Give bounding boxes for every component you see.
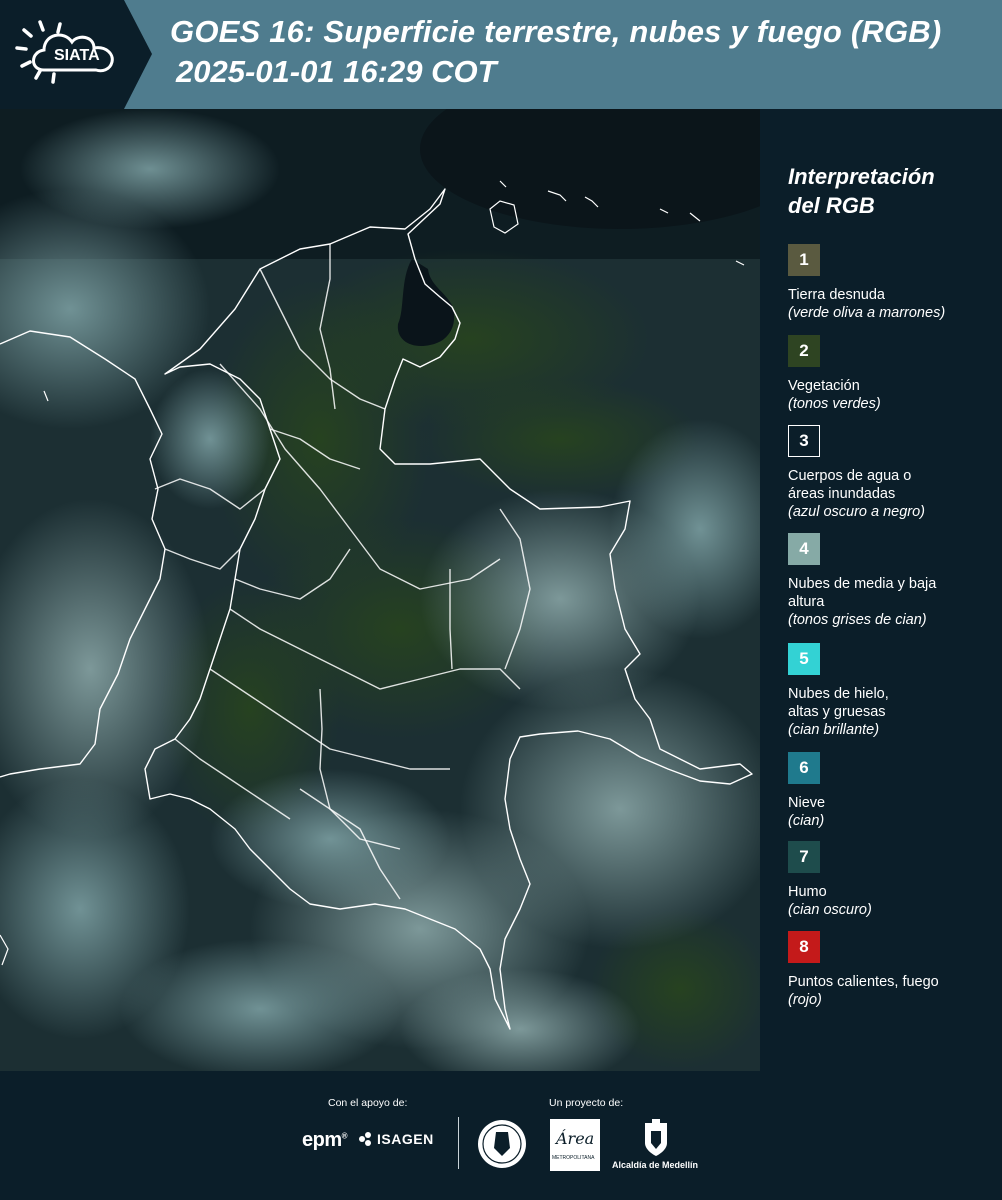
legend-swatch: 5 bbox=[788, 643, 820, 675]
siata-logo-icon: SIATA bbox=[0, 0, 152, 109]
legend-item-note: (tonos verdes) bbox=[788, 396, 881, 412]
isagen-logo-text: ISAGEN bbox=[377, 1131, 434, 1147]
header-banner: SIATA GOES 16: Superficie terrestre, nub… bbox=[0, 0, 1002, 109]
epm-logo-text: epm bbox=[302, 1129, 342, 1151]
legend-item-label: Humo bbox=[788, 884, 827, 900]
legend-item-label: Nubes de media y baja altura bbox=[788, 576, 937, 610]
footer: Con el apoyo de: Un proyecto de: epm® IS… bbox=[0, 1071, 1002, 1200]
alcaldia-label: Alcaldía de Medellín bbox=[612, 1160, 699, 1170]
support-label: Con el apoyo de: bbox=[328, 1097, 408, 1109]
legend-swatch: 2 bbox=[788, 335, 820, 367]
legend-swatch: 4 bbox=[788, 533, 820, 565]
siata-logo[interactable]: SIATA bbox=[0, 0, 152, 109]
area-logo-text: Área bbox=[556, 1129, 595, 1148]
isagen-logo[interactable]: ISAGEN bbox=[357, 1131, 434, 1147]
legend-item-vegetation: 2 Vegetación (tonos verdes) bbox=[788, 335, 1002, 413]
legend-swatch: 7 bbox=[788, 841, 820, 873]
university-seal-icon[interactable] bbox=[476, 1118, 528, 1170]
legend-item-smoke: 7 Humo (cian oscuro) bbox=[788, 841, 1002, 919]
legend-item-ice-clouds: 5 Nubes de hielo, altas y gruesas (cian … bbox=[788, 643, 1002, 739]
siata-logo-text: SIATA bbox=[54, 47, 100, 64]
footer-divider bbox=[458, 1117, 459, 1169]
epm-logo[interactable]: epm® bbox=[302, 1129, 348, 1152]
legend-title: Interpretación del RGB bbox=[788, 162, 988, 220]
isagen-logo-icon bbox=[359, 1132, 371, 1146]
legend-swatch: 6 bbox=[788, 752, 820, 784]
legend-item-note: (rojo) bbox=[788, 992, 822, 1008]
project-label: Un proyecto de: bbox=[549, 1097, 624, 1109]
legend-title-line2: del RGB bbox=[788, 193, 875, 218]
satellite-image bbox=[0, 109, 760, 1071]
legend-swatch: 3 bbox=[788, 425, 820, 457]
legend-item-label: Puntos calientes, fuego bbox=[788, 974, 939, 990]
legend-item-low-clouds: 4 Nubes de media y baja altura (tonos gr… bbox=[788, 533, 1002, 629]
legend-item-label: Nubes de hielo, altas y gruesas bbox=[788, 686, 889, 720]
legend-item-note: (cian oscuro) bbox=[788, 902, 872, 918]
legend-swatch: 8 bbox=[788, 931, 820, 963]
medellin-shield-icon[interactable] bbox=[643, 1119, 669, 1157]
area-logo-subtext: METROPOLITANA bbox=[552, 1155, 595, 1161]
legend-item-note: (verde oliva a marrones) bbox=[788, 305, 946, 321]
legend-item-snow: 6 Nieve (cian) bbox=[788, 752, 1002, 830]
legend-item-label: Tierra desnuda bbox=[788, 287, 885, 303]
page-title: GOES 16: Superficie terrestre, nubes y f… bbox=[170, 14, 942, 49]
satellite-map[interactable] bbox=[0, 109, 760, 1071]
legend-item-note: (tonos grises de cian) bbox=[788, 612, 927, 628]
rgb-legend: Interpretación del RGB 1 Tierra desnuda … bbox=[760, 109, 1002, 1071]
legend-item-label: Cuerpos de agua o áreas inundadas bbox=[788, 468, 912, 502]
legend-item-water: 3 Cuerpos de agua o áreas inundadas (azu… bbox=[788, 425, 1002, 521]
legend-item-fire: 8 Puntos calientes, fuego (rojo) bbox=[788, 931, 1002, 1009]
legend-title-line1: Interpretación bbox=[788, 164, 935, 189]
legend-item-label: Nieve bbox=[788, 795, 826, 811]
image-timestamp: 2025-01-01 16:29 COT bbox=[176, 54, 497, 89]
legend-swatch: 1 bbox=[788, 244, 820, 276]
area-metropolitana-logo[interactable]: Área METROPOLITANA bbox=[550, 1119, 600, 1171]
legend-item-note: (azul oscuro a negro) bbox=[788, 504, 926, 520]
legend-item-note: (cian) bbox=[788, 813, 825, 829]
legend-item-label: Vegetación bbox=[788, 378, 860, 394]
legend-item-note: (cian brillante) bbox=[788, 722, 880, 738]
legend-item-bare-soil: 1 Tierra desnuda (verde oliva a marrones… bbox=[788, 244, 1002, 322]
